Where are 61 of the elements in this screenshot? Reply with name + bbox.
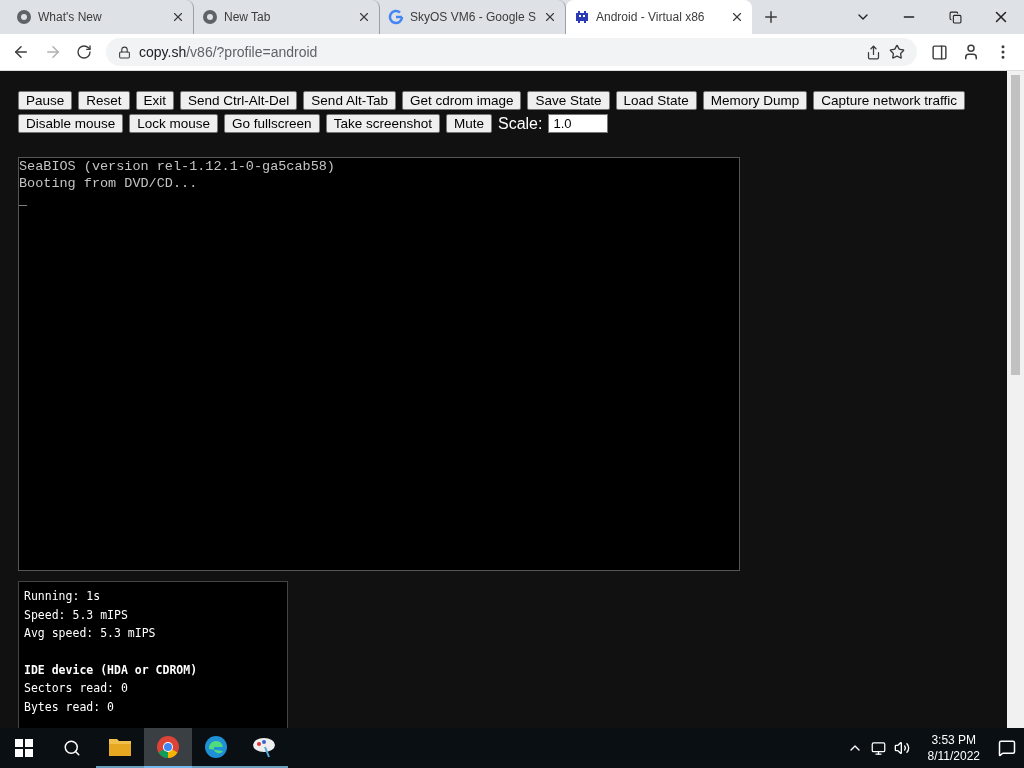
clock[interactable]: 3:53 PM 8/11/2022 <box>927 732 980 764</box>
control-button[interactable]: Pause <box>18 91 73 110</box>
control-button[interactable]: Get cdrom image <box>401 91 522 110</box>
globe-circle-icon <box>16 9 32 25</box>
control-button[interactable]: Disable mouse <box>18 114 124 133</box>
folder-icon <box>108 737 132 757</box>
stats-line: Avg speed: 5.3 mIPS <box>24 625 157 642</box>
control-button[interactable]: Send Alt-Tab <box>303 91 396 110</box>
taskbar-app[interactable] <box>144 728 192 768</box>
stats-line: Sectors read: 0 <box>24 680 129 697</box>
console-line: SeaBIOS (version rel-1.12.1-0-ga5cab58) <box>19 158 336 175</box>
control-button[interactable]: Save State <box>527 91 610 110</box>
control-button[interactable]: Send Ctrl-Alt-Del <box>180 91 298 110</box>
profile-icon[interactable] <box>962 43 980 61</box>
pixel-creature-icon <box>574 9 590 25</box>
url-path: /v86/?profile=android <box>186 44 318 60</box>
new-tab-icon[interactable] <box>762 8 780 26</box>
control-button[interactable]: Load State <box>615 91 697 110</box>
close-icon[interactable] <box>357 10 371 24</box>
url-host: copy.sh <box>139 44 187 60</box>
control-button[interactable]: Take screenshot <box>325 114 440 133</box>
stats-line: Bytes read: 0 <box>24 698 115 716</box>
control-button[interactable]: Lock mouse <box>129 114 219 133</box>
scale-input[interactable]: 1.0 <box>548 114 609 133</box>
lock-icon <box>118 45 131 59</box>
control-button[interactable]: Reset <box>78 91 130 110</box>
volume-icon[interactable] <box>893 740 910 756</box>
paint-palette-icon <box>251 735 277 759</box>
windows-logo-icon <box>15 739 33 757</box>
round-browser-icon <box>156 735 180 759</box>
share-icon[interactable] <box>866 44 881 60</box>
close-icon[interactable] <box>730 10 744 24</box>
stats-line: Running: 1s <box>24 588 102 605</box>
control-button[interactable]: Go fullscreen <box>224 114 320 133</box>
emulator-screen[interactable]: SeaBIOS (version rel-1.12.1-0-ga5cab58) Booting from DVD/CD... _ <box>18 157 740 571</box>
console-line: _ <box>19 192 29 209</box>
control-button[interactable]: Mute <box>445 114 492 133</box>
scale-label: Scale: <box>497 114 543 133</box>
back-icon[interactable] <box>12 43 30 61</box>
star-icon[interactable] <box>889 44 905 60</box>
scrollbar[interactable] <box>1007 71 1024 728</box>
network-icon[interactable] <box>870 740 886 756</box>
wave-browser-icon <box>204 735 228 759</box>
close-icon[interactable] <box>543 10 557 24</box>
stats-heading: IDE device (HDA or CDROM) <box>24 661 199 679</box>
console-line: Booting from DVD/CD... <box>19 175 199 192</box>
control-button[interactable]: Memory Dump <box>702 91 808 110</box>
side-panel-icon[interactable] <box>931 43 948 61</box>
control-button[interactable]: Capture network traffic <box>813 91 965 110</box>
reload-icon[interactable] <box>76 44 92 60</box>
browser-tab[interactable]: Android - Virtual x86 <box>566 0 752 34</box>
stats-line: Speed: 5.3 mIPS <box>24 606 129 624</box>
address-bar[interactable]: copy.sh/v86/?profile=android <box>106 38 917 66</box>
scrollbar-thumb[interactable] <box>1011 75 1020 375</box>
clock-date: 8/11/2022 <box>927 748 980 764</box>
control-button[interactable]: Exit <box>135 91 175 110</box>
notification-icon[interactable] <box>998 739 1016 757</box>
clock-time: 3:53 PM <box>931 732 977 748</box>
globe-circle-icon <box>202 9 218 25</box>
close-icon[interactable] <box>171 10 185 24</box>
g-letter-icon <box>388 9 404 25</box>
